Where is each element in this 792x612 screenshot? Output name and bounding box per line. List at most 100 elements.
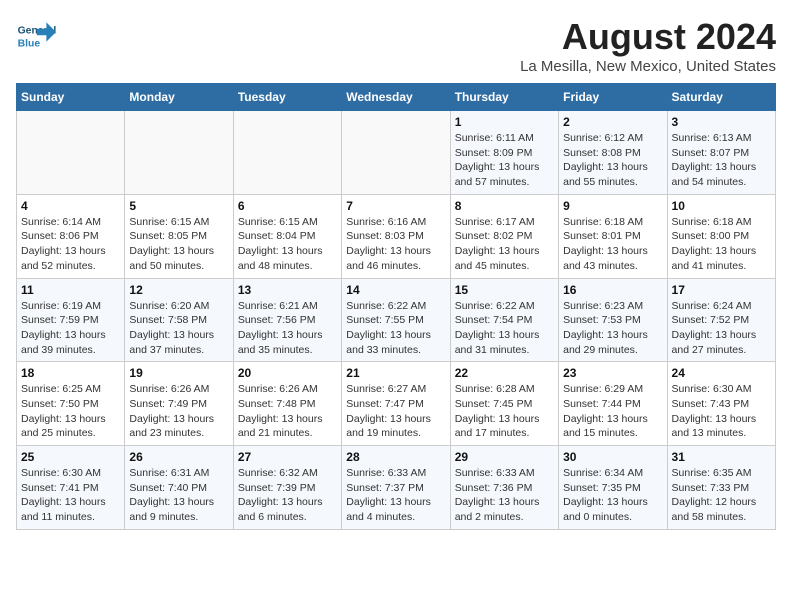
day-number: 16: [563, 283, 662, 297]
calendar-cell: 26Sunrise: 6:31 AM Sunset: 7:40 PM Dayli…: [125, 446, 233, 530]
calendar-cell: 3 Sunrise: 6:13 AM Sunset: 8:07 PM Daylig…: [667, 111, 775, 195]
day-info: Sunrise: 6:32 AM Sunset: 7:39 PM Dayligh…: [238, 466, 337, 525]
calendar-cell: 30Sunrise: 6:34 AM Sunset: 7:35 PM Dayli…: [559, 446, 667, 530]
day-number: 3: [672, 115, 771, 129]
day-info: Sunrise: 6:30 AM Sunset: 7:43 PM Dayligh…: [672, 382, 771, 441]
calendar-week: 25 Sunrise: 6:30 AM Sunset: 7:41 PM Dayli…: [17, 446, 776, 530]
calendar-week: 18 Sunrise: 6:25 AM Sunset: 7:50 PM Dayli…: [17, 362, 776, 446]
page-title: August 2024: [520, 16, 776, 58]
day-number: 11: [21, 283, 120, 297]
day-number: 21: [346, 366, 445, 380]
calendar-cell: [233, 111, 341, 195]
day-info: Sunrise: 6:27 AM Sunset: 7:47 PM Dayligh…: [346, 382, 445, 441]
day-info: Sunrise: 6:21 AM Sunset: 7:56 PM Dayligh…: [238, 299, 337, 358]
day-info: Sunrise: 6:33 AM Sunset: 7:36 PM Dayligh…: [455, 466, 554, 525]
weekday-header: Monday: [125, 84, 233, 111]
day-number: 23: [563, 366, 662, 380]
day-number: 7: [346, 199, 445, 213]
calendar-cell: 1 Sunrise: 6:11 AM Sunset: 8:09 PM Daylig…: [450, 111, 558, 195]
logo: General Blue: [16, 16, 60, 56]
calendar-cell: 20 Sunrise: 6:26 AM Sunset: 7:48 PM Dayli…: [233, 362, 341, 446]
day-number: 30: [563, 450, 662, 464]
day-info: Sunrise: 6:19 AM Sunset: 7:59 PM Dayligh…: [21, 299, 120, 358]
calendar-cell: 8 Sunrise: 6:17 AM Sunset: 8:02 PM Daylig…: [450, 194, 558, 278]
day-info: Sunrise: 6:20 AM Sunset: 7:58 PM Dayligh…: [129, 299, 228, 358]
calendar-cell: 22 Sunrise: 6:28 AM Sunset: 7:45 PM Dayli…: [450, 362, 558, 446]
day-info: Sunrise: 6:28 AM Sunset: 7:45 PM Dayligh…: [455, 382, 554, 441]
day-info: Sunrise: 6:15 AM Sunset: 8:05 PM Dayligh…: [129, 215, 228, 274]
calendar-cell: [17, 111, 125, 195]
day-number: 27: [238, 450, 337, 464]
day-info: Sunrise: 6:25 AM Sunset: 7:50 PM Dayligh…: [21, 382, 120, 441]
day-number: 15: [455, 283, 554, 297]
day-number: 25: [21, 450, 120, 464]
day-info: Sunrise: 6:13 AM Sunset: 8:07 PM Dayligh…: [672, 131, 771, 190]
calendar-week: 11 Sunrise: 6:19 AM Sunset: 7:59 PM Dayli…: [17, 278, 776, 362]
weekday-header: Thursday: [450, 84, 558, 111]
weekday-header: Tuesday: [233, 84, 341, 111]
day-info: Sunrise: 6:18 AM Sunset: 8:00 PM Dayligh…: [672, 215, 771, 274]
calendar-cell: 28Sunrise: 6:33 AM Sunset: 7:37 PM Dayli…: [342, 446, 450, 530]
day-info: Sunrise: 6:12 AM Sunset: 8:08 PM Dayligh…: [563, 131, 662, 190]
day-info: Sunrise: 6:23 AM Sunset: 7:53 PM Dayligh…: [563, 299, 662, 358]
day-number: 28: [346, 450, 445, 464]
day-info: Sunrise: 6:22 AM Sunset: 7:54 PM Dayligh…: [455, 299, 554, 358]
calendar-week: 1 Sunrise: 6:11 AM Sunset: 8:09 PM Daylig…: [17, 111, 776, 195]
day-number: 19: [129, 366, 228, 380]
svg-text:Blue: Blue: [18, 38, 41, 49]
calendar-cell: 16 Sunrise: 6:23 AM Sunset: 7:53 PM Dayli…: [559, 278, 667, 362]
day-number: 18: [21, 366, 120, 380]
day-number: 14: [346, 283, 445, 297]
calendar-cell: 9 Sunrise: 6:18 AM Sunset: 8:01 PM Daylig…: [559, 194, 667, 278]
day-number: 22: [455, 366, 554, 380]
calendar-cell: 25 Sunrise: 6:30 AM Sunset: 7:41 PM Dayli…: [17, 446, 125, 530]
calendar-table: SundayMondayTuesdayWednesdayThursdayFrid…: [16, 83, 776, 530]
day-info: Sunrise: 6:26 AM Sunset: 7:49 PM Dayligh…: [129, 382, 228, 441]
calendar-cell: 2Sunrise: 6:12 AM Sunset: 8:08 PM Daylig…: [559, 111, 667, 195]
weekday-row: SundayMondayTuesdayWednesdayThursdayFrid…: [17, 84, 776, 111]
calendar-cell: 23 Sunrise: 6:29 AM Sunset: 7:44 PM Dayli…: [559, 362, 667, 446]
day-info: Sunrise: 6:17 AM Sunset: 8:02 PM Dayligh…: [455, 215, 554, 274]
day-info: Sunrise: 6:31 AM Sunset: 7:40 PM Dayligh…: [129, 466, 228, 525]
calendar-cell: [125, 111, 233, 195]
calendar-cell: 15 Sunrise: 6:22 AM Sunset: 7:54 PM Dayli…: [450, 278, 558, 362]
calendar-cell: 11 Sunrise: 6:19 AM Sunset: 7:59 PM Dayli…: [17, 278, 125, 362]
day-info: Sunrise: 6:24 AM Sunset: 7:52 PM Dayligh…: [672, 299, 771, 358]
day-info: Sunrise: 6:18 AM Sunset: 8:01 PM Dayligh…: [563, 215, 662, 274]
day-info: Sunrise: 6:30 AM Sunset: 7:41 PM Dayligh…: [21, 466, 120, 525]
calendar-cell: 18 Sunrise: 6:25 AM Sunset: 7:50 PM Dayli…: [17, 362, 125, 446]
calendar-week: 4 Sunrise: 6:14 AM Sunset: 8:06 PM Daylig…: [17, 194, 776, 278]
day-number: 12: [129, 283, 228, 297]
calendar-body: 1 Sunrise: 6:11 AM Sunset: 8:09 PM Daylig…: [17, 111, 776, 530]
calendar-cell: 17Sunrise: 6:24 AM Sunset: 7:52 PM Dayli…: [667, 278, 775, 362]
calendar-cell: 7 Sunrise: 6:16 AM Sunset: 8:03 PM Daylig…: [342, 194, 450, 278]
day-info: Sunrise: 6:11 AM Sunset: 8:09 PM Dayligh…: [455, 131, 554, 190]
day-number: 6: [238, 199, 337, 213]
calendar-cell: 14 Sunrise: 6:22 AM Sunset: 7:55 PM Dayli…: [342, 278, 450, 362]
day-info: Sunrise: 6:29 AM Sunset: 7:44 PM Dayligh…: [563, 382, 662, 441]
calendar-cell: 24Sunrise: 6:30 AM Sunset: 7:43 PM Dayli…: [667, 362, 775, 446]
day-number: 4: [21, 199, 120, 213]
calendar-cell: 29Sunrise: 6:33 AM Sunset: 7:36 PM Dayli…: [450, 446, 558, 530]
day-number: 20: [238, 366, 337, 380]
day-number: 1: [455, 115, 554, 129]
day-info: Sunrise: 6:15 AM Sunset: 8:04 PM Dayligh…: [238, 215, 337, 274]
day-number: 9: [563, 199, 662, 213]
calendar-cell: 27 Sunrise: 6:32 AM Sunset: 7:39 PM Dayli…: [233, 446, 341, 530]
day-info: Sunrise: 6:35 AM Sunset: 7:33 PM Dayligh…: [672, 466, 771, 525]
day-info: Sunrise: 6:22 AM Sunset: 7:55 PM Dayligh…: [346, 299, 445, 358]
day-number: 8: [455, 199, 554, 213]
weekday-header: Friday: [559, 84, 667, 111]
logo-icon: General Blue: [16, 16, 56, 56]
calendar-header: SundayMondayTuesdayWednesdayThursdayFrid…: [17, 84, 776, 111]
day-info: Sunrise: 6:26 AM Sunset: 7:48 PM Dayligh…: [238, 382, 337, 441]
day-info: Sunrise: 6:14 AM Sunset: 8:06 PM Dayligh…: [21, 215, 120, 274]
page-header: General Blue August 2024 La Mesilla, New…: [16, 16, 776, 75]
day-number: 31: [672, 450, 771, 464]
day-number: 13: [238, 283, 337, 297]
calendar-cell: 19 Sunrise: 6:26 AM Sunset: 7:49 PM Dayli…: [125, 362, 233, 446]
day-number: 10: [672, 199, 771, 213]
day-number: 5: [129, 199, 228, 213]
calendar-cell: 31 Sunrise: 6:35 AM Sunset: 7:33 PM Dayli…: [667, 446, 775, 530]
day-info: Sunrise: 6:16 AM Sunset: 8:03 PM Dayligh…: [346, 215, 445, 274]
